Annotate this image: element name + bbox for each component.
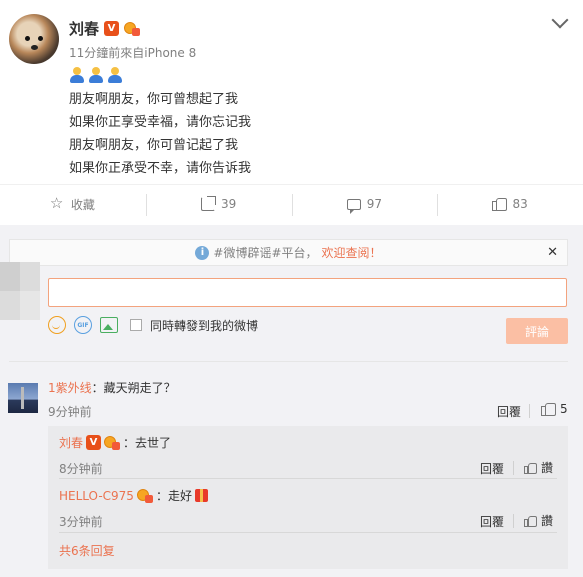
divider: [59, 532, 557, 533]
author-row: 刘春 V: [69, 18, 141, 39]
vip-badge-icon: [124, 21, 141, 36]
avatar-eye: [25, 36, 30, 41]
reply-like-button[interactable]: 讚: [524, 459, 553, 476]
reply-author[interactable]: 刘春: [59, 434, 83, 451]
share-icon: [200, 196, 216, 211]
chevron-down-icon[interactable]: [551, 11, 569, 29]
divider: [9, 361, 568, 362]
image-upload-icon[interactable]: [100, 317, 118, 333]
verified-badge-icon: V: [104, 21, 120, 36]
post-text: 朋友啊朋友，你可曾想起了我 如果你正享受幸福，请你忘记我 朋友啊朋友，你可曾记起…: [69, 88, 251, 180]
pixelated-overlay: [0, 262, 40, 320]
notice-link[interactable]: 欢迎查阅！: [322, 244, 382, 261]
reply-time: 3分钟前: [59, 515, 103, 529]
avatar-eye: [38, 36, 43, 41]
reply-text: 刘春 V ：去世了: [59, 434, 559, 451]
author-name[interactable]: 刘春: [69, 18, 99, 39]
thumbs-up-icon: [541, 402, 556, 416]
rumor-notice: i #微博辟谣#平台， 欢迎查阅！ ✕: [9, 239, 568, 266]
reply-item: HELLO-C975 ：走好 3分钟前 回覆 讚: [59, 487, 559, 529]
repost-checkbox[interactable]: [130, 319, 142, 331]
post-line: 朋友啊朋友，你可曾记起了我: [69, 138, 239, 153]
separator: [513, 514, 514, 528]
reply-time: 8分钟前: [59, 462, 103, 476]
close-icon[interactable]: ✕: [547, 245, 558, 260]
action-bar: 收藏 39 97 83: [0, 184, 583, 223]
comment-count: 97: [366, 197, 383, 211]
reply-button[interactable]: 回覆: [497, 403, 521, 420]
people-emoji-icon: [88, 67, 104, 83]
emoji-picker-icon[interactable]: [48, 316, 66, 334]
share-count: 39: [220, 197, 237, 211]
reply-button[interactable]: 回覆: [480, 460, 504, 477]
comment-time: 9分钟前: [48, 405, 92, 419]
gif-icon[interactable]: GIF: [74, 316, 92, 334]
share-button[interactable]: 39: [145, 185, 292, 223]
like-count: 83: [512, 197, 528, 211]
people-emoji-icon: [107, 67, 123, 83]
gift-icon: [194, 489, 208, 502]
star-icon: [50, 194, 65, 212]
reply-body: ：去世了: [123, 436, 172, 450]
people-emoji-icon: [69, 67, 85, 83]
avatar-nose: [31, 45, 38, 50]
comment-text: 1紫外线：藏天朔走了？: [48, 379, 176, 396]
verified-badge-icon: V: [86, 435, 102, 450]
emoji-row: [69, 67, 123, 83]
post-line: 如果你正享受幸福，请你忘记我: [69, 115, 252, 130]
vip-badge-icon: [104, 435, 121, 450]
reply-item: 刘春 V ：去世了 8分钟前 回覆 讚: [59, 434, 559, 476]
comment-like-button[interactable]: 5: [541, 402, 568, 416]
reply-like-button[interactable]: 讚: [524, 512, 553, 529]
comment-body: ：藏天朔走了？: [91, 381, 176, 395]
favorite-button[interactable]: 收藏: [0, 185, 146, 223]
notice-text[interactable]: #微博辟谣#平台，: [213, 244, 317, 261]
reply-text: HELLO-C975 ：走好: [59, 487, 559, 504]
separator: [513, 461, 514, 475]
thumbs-up-icon: [524, 515, 537, 527]
reply-like-label: 讚: [541, 514, 554, 528]
favorite-label: 收藏: [70, 197, 95, 212]
comment-input[interactable]: [48, 278, 567, 307]
author-avatar[interactable]: [9, 14, 59, 64]
weibo-post: 刘春 V 11分鐘前來自iPhone 8 朋友啊朋友，你可曾想起了我 如果你正享…: [0, 0, 583, 223]
reply-thread: 刘春 V ：去世了 8分钟前 回覆 讚 HELLO-C975 ：走好 3分钟前 …: [48, 426, 568, 569]
post-line: 如果你正承受不幸，请你告诉我: [69, 161, 252, 176]
post-line: 朋友啊朋友，你可曾想起了我: [69, 92, 239, 107]
more-replies-link[interactable]: 共6条回复: [59, 542, 115, 559]
commenter-avatar[interactable]: [8, 383, 38, 413]
submit-comment-button[interactable]: 評論: [506, 318, 568, 344]
comment-button[interactable]: 97: [291, 185, 438, 223]
reply-author[interactable]: HELLO-C975: [59, 489, 134, 503]
thumbs-up-icon: [524, 462, 537, 474]
reply-button[interactable]: 回覆: [480, 513, 504, 530]
comment-section: i #微博辟谣#平台， 欢迎查阅！ ✕ GIF 同時轉發到我的微博 評論 1紫外…: [0, 225, 583, 577]
reply-like-label: 讚: [541, 461, 554, 475]
separator: [529, 404, 530, 418]
comment-like-count: 5: [560, 402, 568, 416]
divider: [59, 478, 557, 479]
repost-label: 同時轉發到我的微博: [150, 318, 259, 333]
comment-icon: [346, 198, 361, 214]
commenter-name[interactable]: 1紫外线: [48, 381, 92, 395]
like-button[interactable]: 83: [437, 185, 583, 223]
post-meta: 11分鐘前來自iPhone 8: [69, 46, 197, 60]
info-icon: i: [195, 245, 210, 260]
composer-tools: GIF 同時轉發到我的微博: [48, 316, 258, 334]
reply-body: ：走好: [155, 489, 192, 503]
thumbs-up-icon: [492, 197, 508, 211]
vip-badge-icon: [136, 488, 153, 503]
